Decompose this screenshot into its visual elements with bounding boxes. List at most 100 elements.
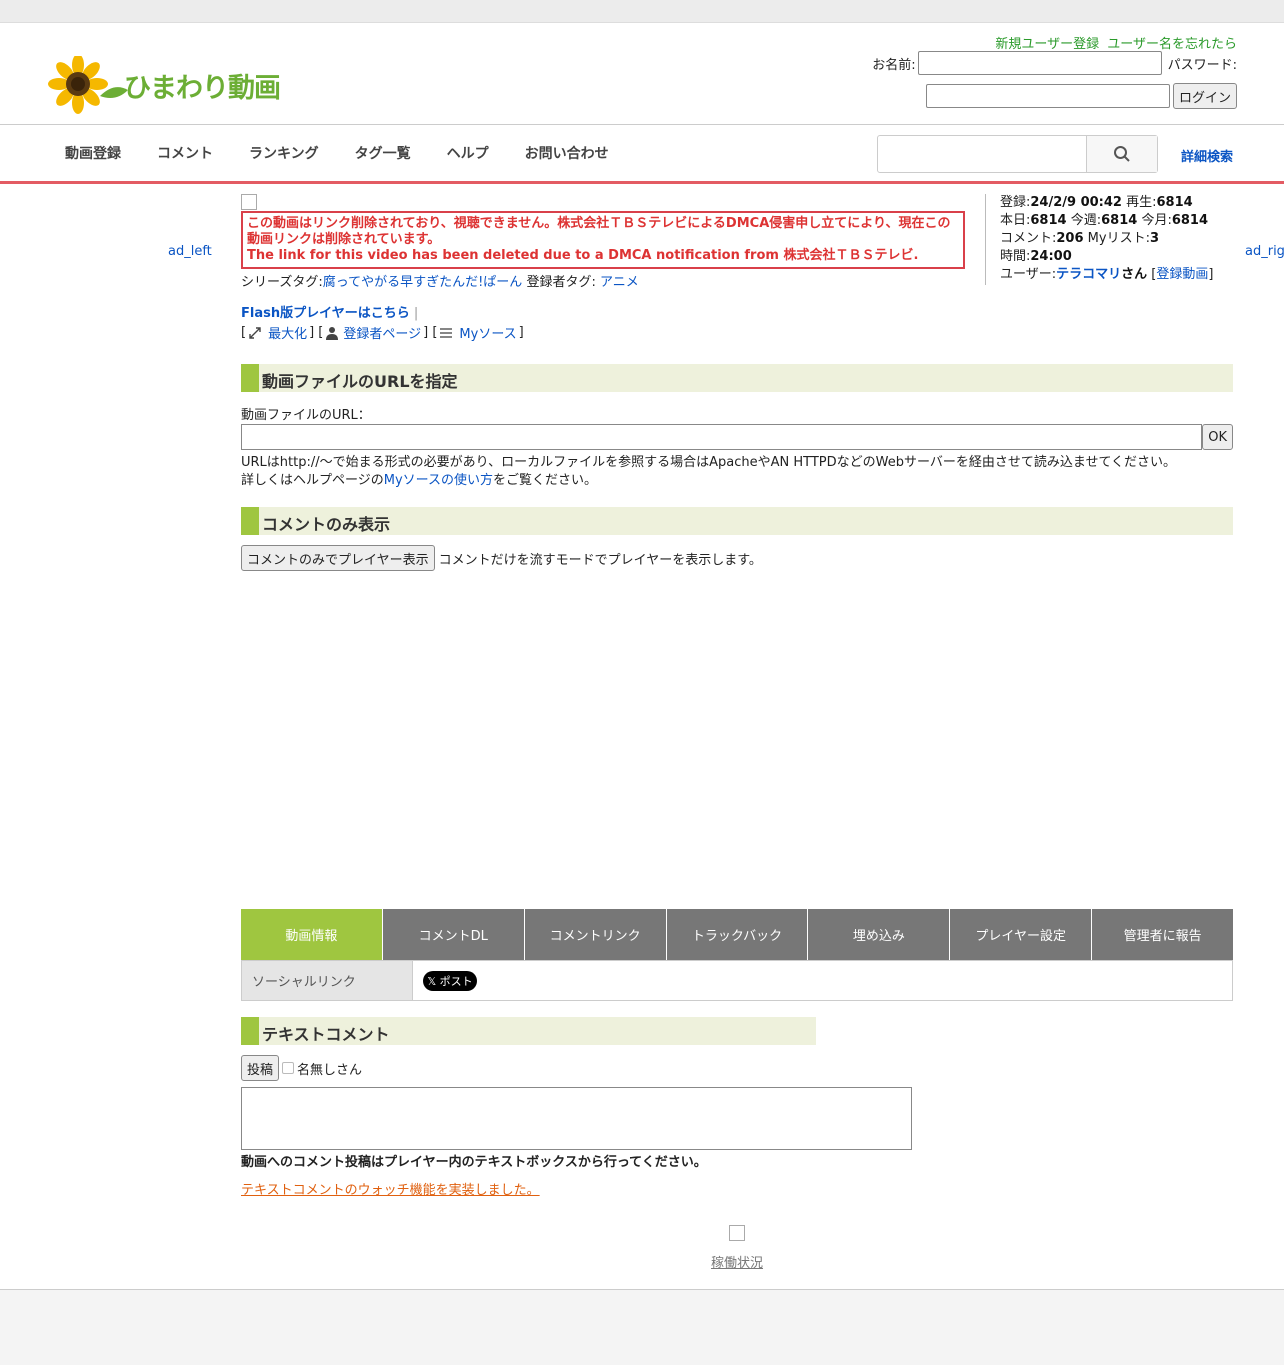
info-label: Myリスト: <box>1087 231 1150 246</box>
login-button[interactable]: ログイン <box>1172 83 1237 109</box>
nav-item-comment[interactable]: コメント <box>139 143 231 163</box>
uploader-link[interactable]: テラコマリ <box>1056 267 1121 282</box>
password-input[interactable] <box>925 84 1170 108</box>
user-suffix: さん <box>1121 267 1148 282</box>
bracket: ] <box>518 325 524 340</box>
nav-item-contact[interactable]: お問い合わせ <box>507 143 627 163</box>
password-label: パスワード: <box>1167 57 1237 73</box>
comment-only-title: コメントのみ表示 <box>262 515 391 534</box>
account-links: 新規ユーザー登録 ユーザー名を忘れたら <box>991 33 1237 52</box>
list-icon <box>440 327 453 338</box>
user-tag-label: 登録者タグ: <box>526 275 596 290</box>
info-label: 本日: <box>1000 213 1031 228</box>
mysource-help-link[interactable]: Myソースの使い方 <box>384 473 493 488</box>
comment-only-button[interactable]: コメントのみでプレイヤー表示 <box>241 545 435 571</box>
flash-player-link[interactable]: Flash版プレイヤーはこちら <box>241 306 410 321</box>
tab-trackback[interactable]: トラックバック <box>666 909 809 960</box>
username-input[interactable] <box>917 51 1162 75</box>
url-help-line2: 詳しくはヘルプページのMyソースの使い方をご覧ください。 <box>241 472 1233 490</box>
today-count: 6814 <box>1030 213 1067 228</box>
comment-textarea[interactable] <box>241 1087 912 1150</box>
dmca-notice-en: The link for this video has been deleted… <box>247 248 919 263</box>
info-label: コメント: <box>1000 231 1057 246</box>
comment-only-desc: コメントだけを流すモードでプレイヤーを表示します。 <box>438 552 762 568</box>
forgot-username-link[interactable]: ユーザー名を忘れたら <box>1107 37 1237 52</box>
social-row: ソーシャルリンク 𝕏 ポスト <box>241 960 1233 1001</box>
text-comment-heading: テキストコメント <box>241 1017 816 1045</box>
info-label: ユーザー: <box>1000 267 1057 282</box>
separator: | <box>413 306 419 321</box>
text-comment-title: テキストコメント <box>262 1025 390 1044</box>
nav-item-help[interactable]: ヘルプ <box>429 143 507 163</box>
url-help-line1: URLはhttp://〜で始まる形式の必要があり、ローカルファイルを参照する場合… <box>241 455 1177 470</box>
series-tag-label: シリーズタグ: <box>241 275 323 290</box>
post-button[interactable]: 投稿 <box>241 1055 280 1081</box>
login-row: お名前: パスワード: <box>872 51 1237 75</box>
comment-only-heading: コメントのみ表示 <box>241 507 1233 535</box>
nav-item-ranking[interactable]: ランキング <box>231 143 337 163</box>
search-input[interactable] <box>878 136 1088 172</box>
x-post-button[interactable]: 𝕏 ポスト <box>423 971 477 991</box>
info-line: 本日:6814 今週:6814 今月:6814 <box>1000 212 1225 230</box>
search-button[interactable] <box>1086 136 1157 172</box>
watch-feature-link[interactable]: テキストコメントのウォッチ機能を実装しました。 <box>241 1179 540 1198</box>
login-row-2: ログイン <box>925 83 1237 109</box>
nav-item-tags[interactable]: タグ一覧 <box>337 143 429 163</box>
url-section-heading: 動画ファイルのURLを指定 <box>241 364 1233 392</box>
play-count: 6814 <box>1156 195 1193 210</box>
info-label: 今週: <box>1070 213 1102 228</box>
logo-text: ひまわり動画 <box>124 73 281 104</box>
video-info-panel: 登録:24/2/9 00:42 再生:6814 本日:6814 今週:6814 … <box>985 194 1225 285</box>
dmca-notice: この動画はリンク削除されており、視聴できません。株式会社ＴＢＳテレビによるDMC… <box>241 211 965 269</box>
tab-player-settings[interactable]: プレイヤー設定 <box>950 909 1093 960</box>
social-label: ソーシャルリンク <box>242 961 413 1000</box>
url-section-title: 動画ファイルのURLを指定 <box>262 372 458 391</box>
site-header: ひまわり動画 新規ユーザー登録 ユーザー名を忘れたら お名前: パスワード: ロ… <box>0 23 1284 125</box>
info-line: ユーザー:テラコマリさん [登録動画] <box>1000 266 1225 284</box>
maximize-icon <box>249 326 261 339</box>
nav-item-upload[interactable]: 動画登録 <box>47 143 139 163</box>
registered-date: 24/2/9 00:42 <box>1030 195 1122 210</box>
user-tag-link[interactable]: アニメ <box>600 275 639 290</box>
tab-video-info[interactable]: 動画情報 <box>241 909 383 960</box>
ad-left-image[interactable]: ad_left <box>168 244 212 259</box>
footer <box>0 1289 1284 1365</box>
comment-note: 動画へのコメント投稿はプレイヤー内のテキストボックスから行ってください。 <box>241 1155 707 1170</box>
status-image <box>729 1225 745 1241</box>
uploader-videos-link[interactable]: 登録動画 <box>1156 267 1208 282</box>
comment-count: 206 <box>1056 231 1084 246</box>
status-link[interactable]: 稼働状況 <box>711 1252 763 1271</box>
url-row: OK <box>241 424 1233 450</box>
uploader-page-link[interactable]: 登録者ページ <box>343 323 421 342</box>
maximize-link[interactable]: 最大化 <box>268 323 307 342</box>
thumbnail-image <box>241 194 257 210</box>
site-logo[interactable]: ひまわり動画 <box>48 54 298 114</box>
bracket: [ <box>241 325 247 340</box>
info-label: 時間: <box>1000 249 1031 264</box>
flash-player-line: Flash版プレイヤーはこちら | <box>241 302 1233 321</box>
search-box <box>877 135 1158 173</box>
video-url-input[interactable] <box>241 424 1203 450</box>
advanced-search-link[interactable]: 詳細検索 <box>1181 146 1233 165</box>
tab-comment-dl[interactable]: コメントDL <box>382 909 525 960</box>
series-tag-link[interactable]: 腐ってやがる早すぎたんだ!ぱーん <box>323 275 523 290</box>
mysource-link[interactable]: Myソース <box>459 323 516 342</box>
register-link[interactable]: 新規ユーザー登録 <box>995 37 1099 52</box>
url-ok-button[interactable]: OK <box>1202 424 1233 450</box>
duration: 24:00 <box>1030 249 1072 264</box>
info-line: 登録:24/2/9 00:42 再生:6814 <box>1000 194 1225 212</box>
week-count: 6814 <box>1101 213 1138 228</box>
tab-report[interactable]: 管理者に報告 <box>1092 909 1234 960</box>
bracket: ] [ <box>309 325 324 340</box>
ad-right-image[interactable]: ad_right <box>1245 244 1284 259</box>
help-text: をご覧ください。 <box>493 473 598 488</box>
bracket: ] [ <box>423 325 438 340</box>
anonymous-checkbox[interactable] <box>282 1062 295 1074</box>
main-nav: 動画登録 コメント ランキング タグ一覧 ヘルプ お問い合わせ 詳細検索 <box>0 125 1284 184</box>
dmca-notice-ja: この動画はリンク削除されており、視聴できません。株式会社ＴＢＳテレビによるDMC… <box>247 216 951 247</box>
top-strip <box>0 0 1284 23</box>
tab-comment-link[interactable]: コメントリンク <box>524 909 667 960</box>
tab-embed[interactable]: 埋め込み <box>808 909 951 960</box>
info-line: 時間:24:00 <box>1000 248 1225 266</box>
user-icon <box>326 326 339 340</box>
